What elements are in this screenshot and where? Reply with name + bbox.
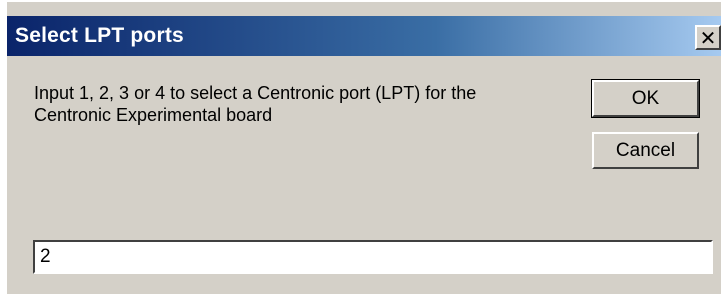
prompt-line-1: Input 1, 2, 3 or 4 to select a Centronic… <box>34 83 477 103</box>
dialog-title: Select LPT ports <box>15 24 184 47</box>
dialog-window: Select LPT ports ✕ Input 1, 2, 3 or 4 to… <box>5 0 721 294</box>
close-button[interactable]: ✕ <box>695 25 721 50</box>
title-bar[interactable]: Select LPT ports ✕ <box>7 16 721 56</box>
ok-button[interactable]: OK <box>591 79 700 118</box>
cancel-button[interactable]: Cancel <box>592 132 699 169</box>
port-input[interactable]: 2 <box>33 240 713 274</box>
prompt-line-2: Centronic Experimental board <box>34 105 273 125</box>
prompt-message: Input 1, 2, 3 or 4 to select a Centronic… <box>34 82 574 126</box>
close-icon: ✕ <box>699 25 717 50</box>
